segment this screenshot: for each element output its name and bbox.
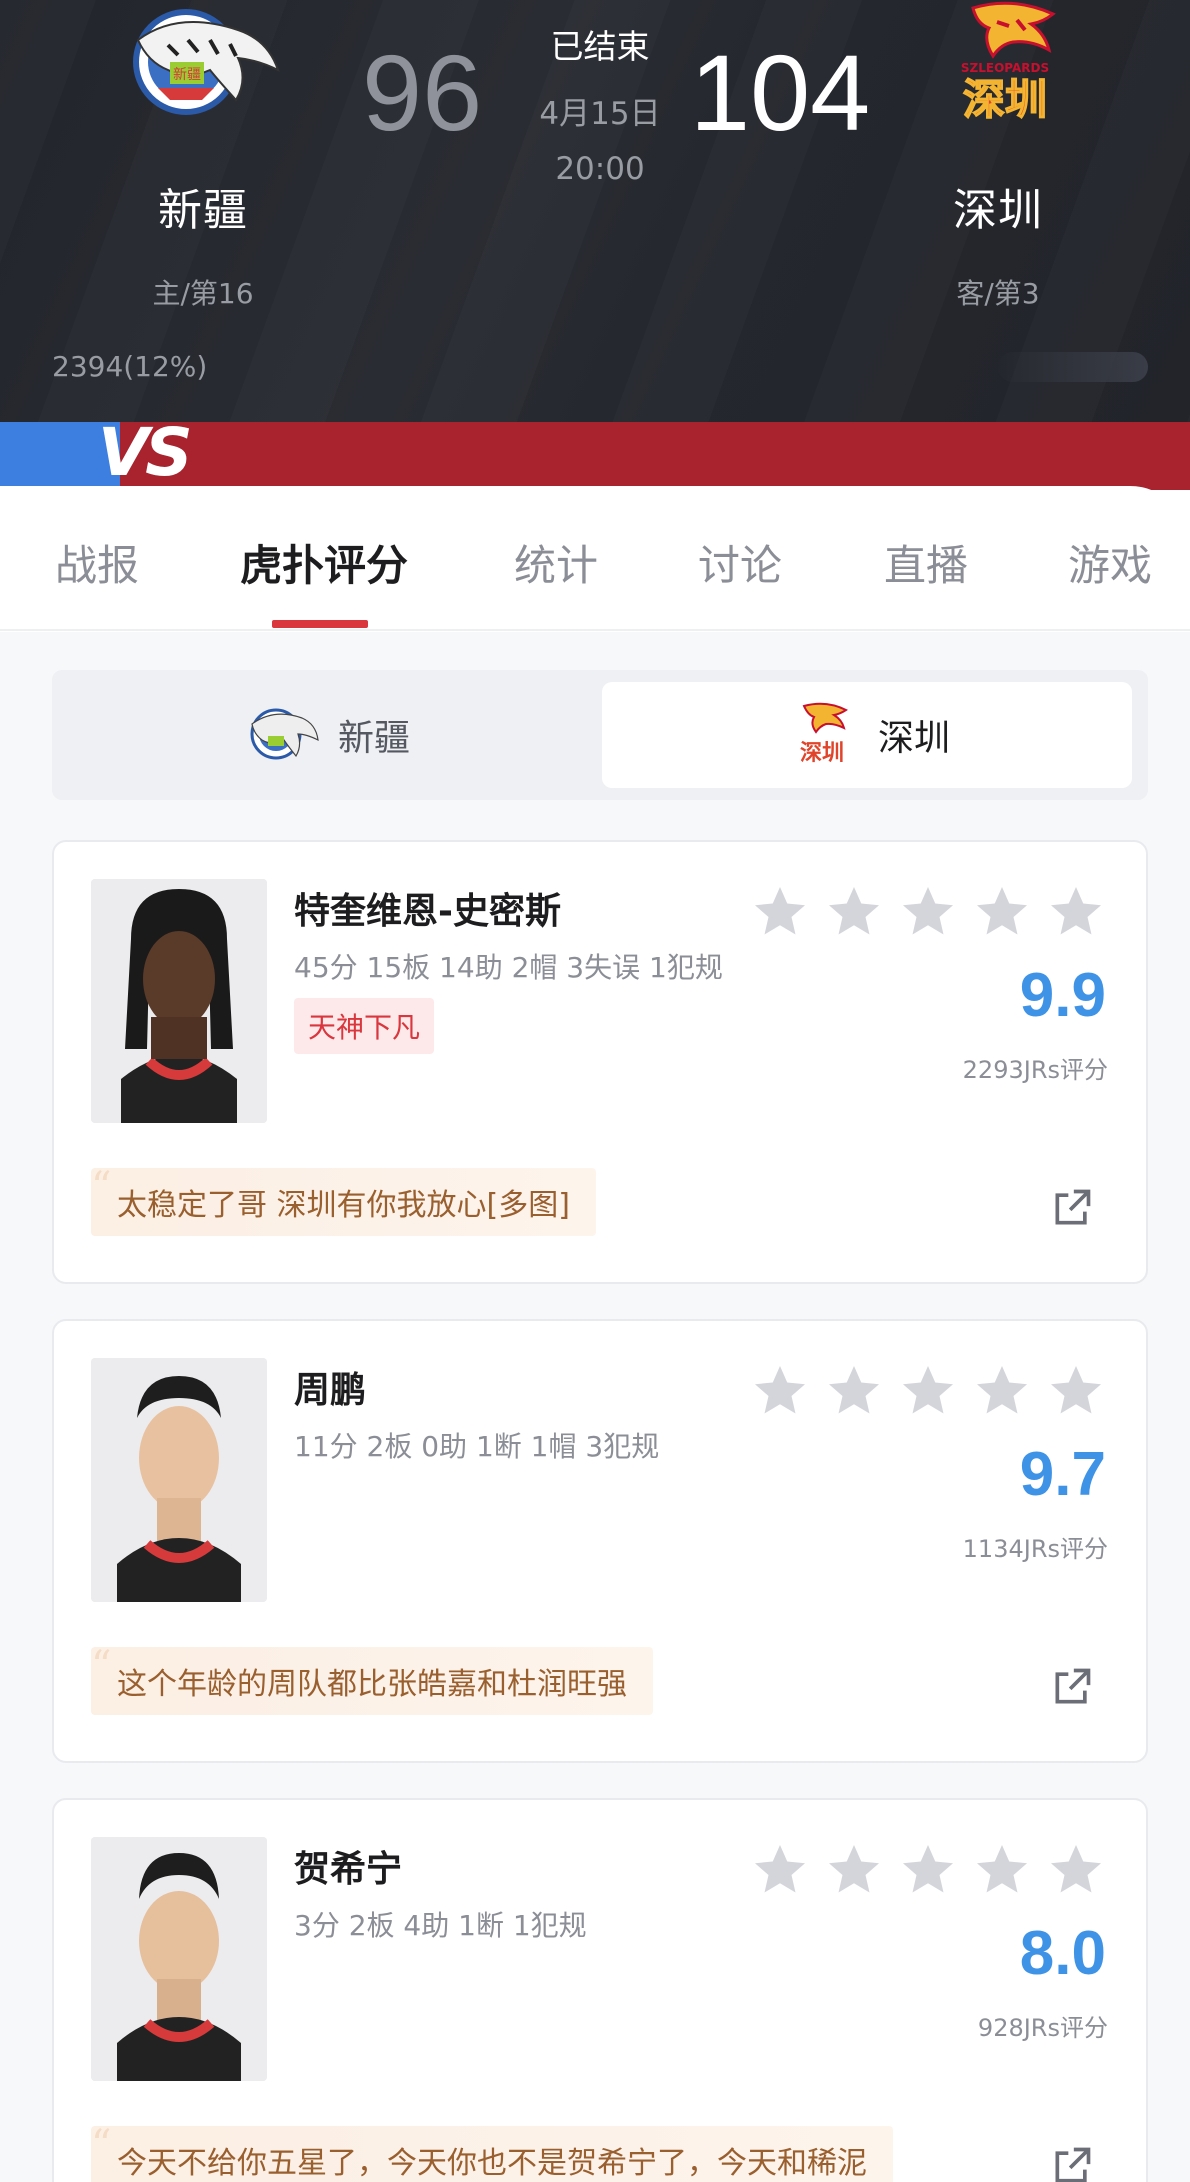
hot-comment-text: 这个年龄的周队都比张皓嘉和杜润旺强 <box>117 1667 627 1702</box>
team-switch-away-label: 深圳 <box>877 718 950 759</box>
star-icon[interactable] <box>1046 1361 1106 1421</box>
star-icon[interactable] <box>824 882 884 942</box>
player-card[interactable]: 周鹏 11分 2板 0助 1断 1帽 3犯规 9.7 1134JRs评分 “ 这… <box>52 1319 1148 1763</box>
star-icon[interactable] <box>1046 1840 1106 1900</box>
away-support-count <box>998 352 1148 382</box>
tab-ratings[interactable]: 虎扑评分 <box>240 532 408 593</box>
game-time: 20:00 <box>555 151 645 187</box>
home-support-count: 2394(12%) <box>52 350 208 383</box>
player-name: 特奎维恩-史密斯 <box>294 891 561 932</box>
team-switch-home[interactable]: 新疆 <box>62 682 592 788</box>
team-switch: 新疆 深圳 深圳 <box>52 670 1148 800</box>
player-photo <box>91 879 267 1123</box>
player-name: 贺希宁 <box>294 1849 403 1890</box>
away-team-rank: 客/第3 <box>956 277 1040 310</box>
quote-icon: “ <box>91 1643 112 1689</box>
star-icon[interactable] <box>750 882 810 942</box>
away-team-name: 深圳 <box>953 185 1043 236</box>
home-score: 96 <box>362 32 483 153</box>
star-icon[interactable] <box>824 1840 884 1900</box>
vs-away-bar <box>120 422 1190 490</box>
home-team[interactable]: 新疆 新疆 主/第16 <box>53 0 353 312</box>
away-team[interactable]: SZLEOPARDS 深圳 深圳 客/第3 <box>848 0 1148 312</box>
player-tag: 天神下凡 <box>294 998 435 1054</box>
player-rating: 9.9 <box>1019 961 1106 1030</box>
player-name: 周鹏 <box>294 1370 367 1411</box>
hot-comment[interactable]: “ 太稳定了哥 深圳有你我放心[多图] <box>91 1164 596 1236</box>
star-icon[interactable] <box>750 1840 810 1900</box>
team-switch-away[interactable]: 深圳 深圳 <box>602 682 1132 788</box>
star-icon[interactable] <box>824 1361 884 1421</box>
tab-live[interactable]: 直播 <box>884 532 968 593</box>
quote-icon: “ <box>91 1164 112 1210</box>
shenzhen-logo-icon: SZLEOPARDS 深圳 <box>961 1 1056 125</box>
share-icon[interactable] <box>1050 1665 1094 1709</box>
player-stats: 45分 15板 14助 2帽 3失误 1犯规 <box>294 951 723 984</box>
star-rating[interactable] <box>750 1361 1106 1421</box>
star-icon[interactable] <box>972 882 1032 942</box>
player-photo <box>91 1837 267 2081</box>
xinjiang-logo-icon: 新疆 <box>133 9 280 115</box>
game-date: 4月15日 <box>539 96 661 132</box>
star-rating[interactable] <box>750 1840 1106 1900</box>
player-rating: 8.0 <box>1019 1919 1106 1988</box>
hot-comment[interactable]: “ 今天不给你五星了，今天你也不是贺希宁了，今天和稀泥 <box>91 2122 893 2182</box>
vs-badge: VS <box>98 414 193 490</box>
status-text: 已结束 <box>550 27 650 66</box>
xinjiang-mini-logo-icon <box>250 708 319 760</box>
star-icon[interactable] <box>898 1840 958 1900</box>
hot-comment-text: 太稳定了哥 深圳有你我放心[多图] <box>117 1188 570 1223</box>
star-icon[interactable] <box>750 1361 810 1421</box>
player-rating: 9.7 <box>1019 1440 1106 1509</box>
rating-votes: 928JRs评分 <box>977 2014 1108 2042</box>
hot-comment[interactable]: “ 这个年龄的周队都比张皓嘉和杜润旺强 <box>91 1643 653 1715</box>
tab-bar: 战报 虎扑评分 统计 讨论 直播 游戏 <box>0 486 1190 631</box>
game-header: 新疆 新疆 主/第16 96 已结束 4月15日 20:00 104 SZLEO… <box>0 0 1190 490</box>
home-team-name: 新疆 <box>158 185 248 236</box>
tab-report[interactable]: 战报 <box>55 532 139 593</box>
star-icon[interactable] <box>898 1361 958 1421</box>
home-team-rank: 主/第16 <box>152 277 254 310</box>
tab-stats[interactable]: 统计 <box>514 532 598 593</box>
player-stats: 11分 2板 0助 1断 1帽 3犯规 <box>294 1430 660 1463</box>
star-icon[interactable] <box>898 882 958 942</box>
rating-votes: 1134JRs评分 <box>962 1535 1108 1563</box>
share-icon[interactable] <box>1050 2144 1094 2182</box>
star-rating[interactable] <box>750 882 1106 942</box>
tab-games[interactable]: 游戏 <box>1068 532 1152 593</box>
active-tab-indicator <box>272 620 368 628</box>
svg-text:SZLEOPARDS: SZLEOPARDS <box>961 61 1049 75</box>
star-icon[interactable] <box>972 1840 1032 1900</box>
player-card[interactable]: 贺希宁 3分 2板 4助 1断 1犯规 8.0 928JRs评分 “ 今天不给你… <box>52 1798 1148 2182</box>
star-icon[interactable] <box>972 1361 1032 1421</box>
game-status: 已结束 4月15日 20:00 <box>500 20 700 187</box>
home-logo-text: 新疆 <box>173 67 201 83</box>
player-card[interactable]: 特奎维恩-史密斯 45分 15板 14助 2帽 3失误 1犯规 天神下凡 9.9… <box>52 840 1148 1284</box>
share-icon[interactable] <box>1050 1186 1094 1230</box>
team-switch-home-label: 新疆 <box>337 718 410 759</box>
vs-bar: VS <box>0 414 1190 490</box>
away-score: 104 <box>690 32 871 153</box>
hot-comment-text: 今天不给你五星了，今天你也不是贺希宁了，今天和稀泥 <box>117 2146 867 2181</box>
player-stats: 3分 2板 4助 1断 1犯规 <box>294 1909 587 1942</box>
player-photo <box>91 1358 267 1602</box>
svg-text:深圳: 深圳 <box>800 741 844 766</box>
away-logo-text: 深圳 <box>963 75 1047 124</box>
ratings-content: 新疆 深圳 深圳 特奎维恩-史密斯 45分 15板 14助 2帽 3失误 1犯规… <box>0 632 1190 2182</box>
rating-votes: 2293JRs评分 <box>962 1056 1108 1084</box>
shenzhen-mini-logo-icon: 深圳 <box>800 702 848 766</box>
quote-icon: “ <box>91 2122 112 2168</box>
tab-discussion[interactable]: 讨论 <box>698 532 782 593</box>
star-icon[interactable] <box>1046 882 1106 942</box>
